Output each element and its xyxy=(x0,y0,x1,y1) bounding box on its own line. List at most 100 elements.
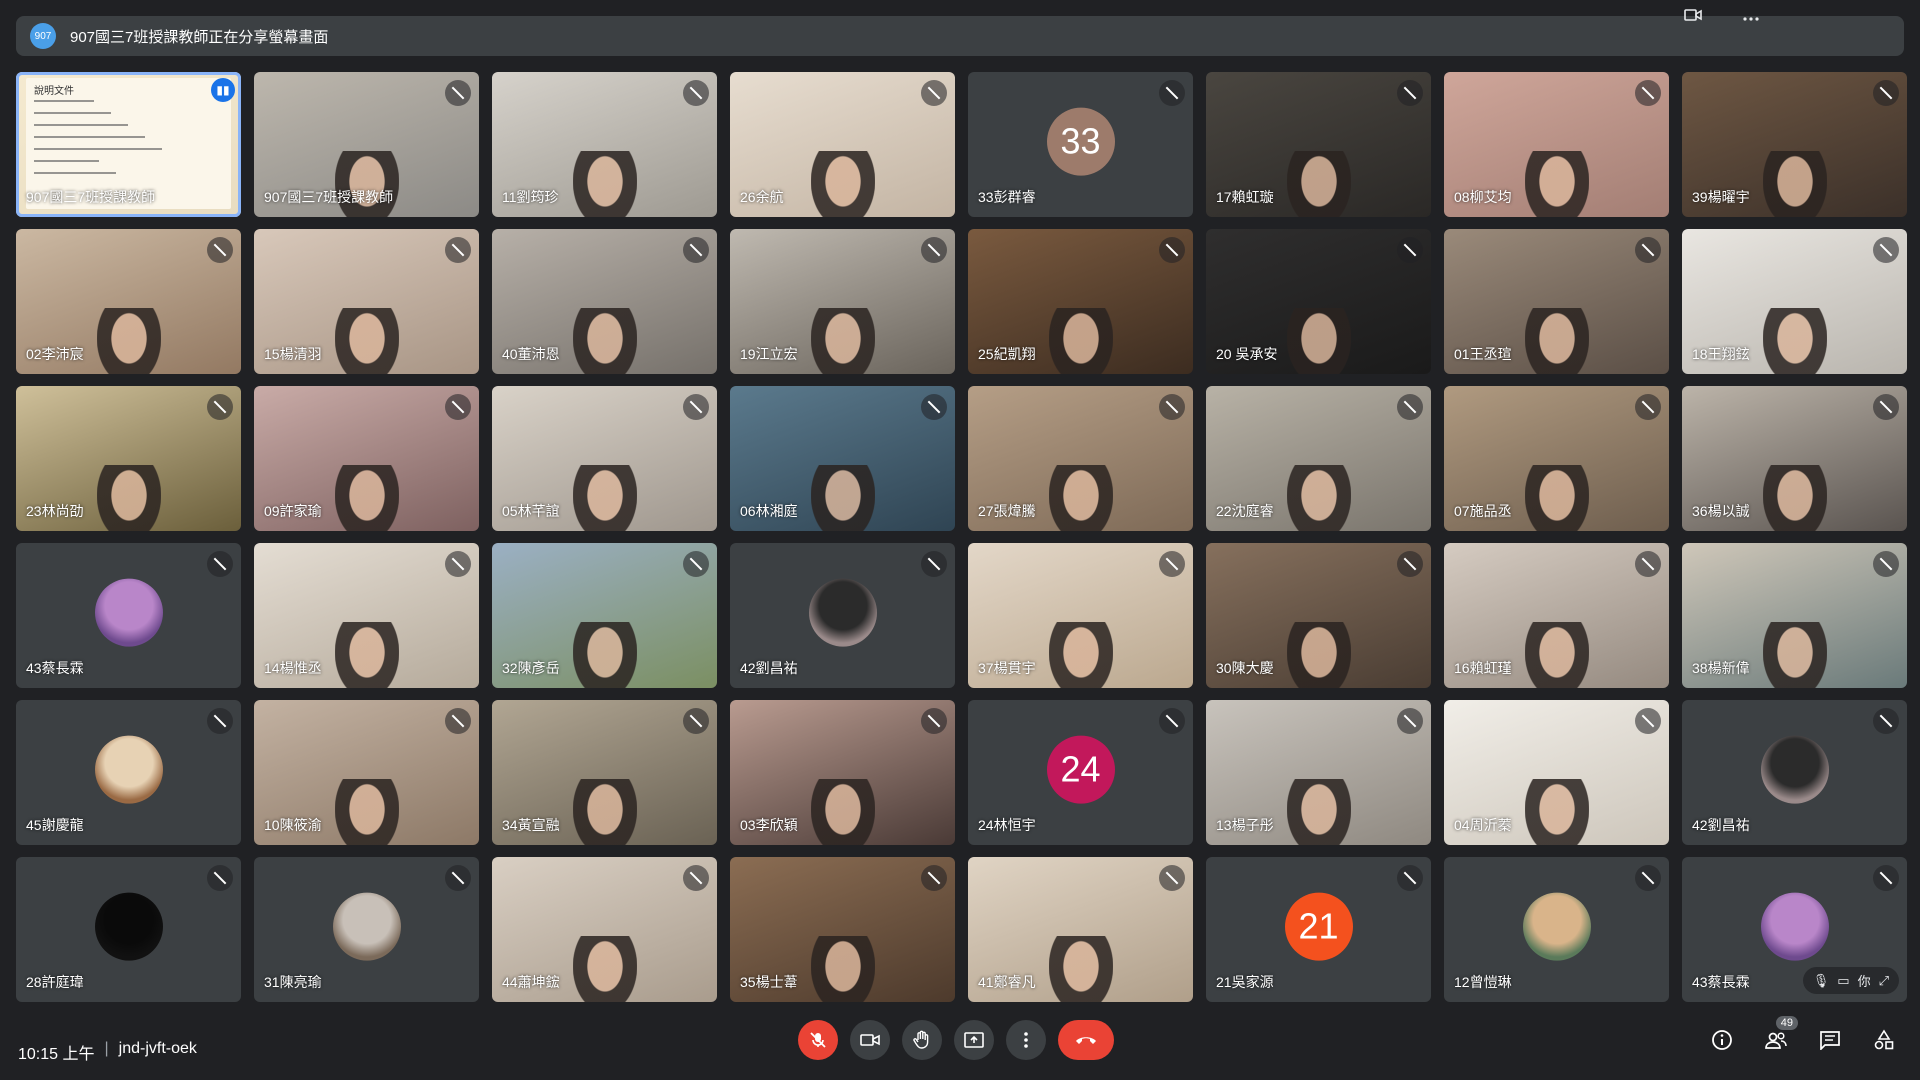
participant-name: 07施品丞 xyxy=(1454,503,1512,519)
participant-tile[interactable]: 35楊士葦 xyxy=(730,857,955,1002)
participant-tile[interactable]: 31陳亮瑜 xyxy=(254,857,479,1002)
raise-hand-button[interactable] xyxy=(902,1020,942,1060)
participant-tile[interactable]: 32陳彥岳 xyxy=(492,543,717,688)
participant-tile[interactable]: 45謝慶龍 xyxy=(16,700,241,845)
participant-tile[interactable]: 11劉筠珍 xyxy=(492,72,717,217)
more-options-button[interactable] xyxy=(1006,1020,1046,1060)
activities-button[interactable] xyxy=(1868,1024,1900,1056)
mic-off-icon xyxy=(1873,80,1899,106)
participant-name: 10陳筱渝 xyxy=(264,817,322,833)
participant-tile[interactable]: 02李沛宸 xyxy=(16,229,241,374)
mic-off-icon xyxy=(1397,237,1423,263)
call-controls xyxy=(798,1020,1114,1060)
participant-tile[interactable]: 06林湘庭 xyxy=(730,386,955,531)
participant-tile[interactable]: 33 33彭群睿 xyxy=(968,72,1193,217)
participant-tile[interactable]: 09許家瑜 xyxy=(254,386,479,531)
camera-toggle-button[interactable] xyxy=(850,1020,890,1060)
participant-tile[interactable]: 36楊以誠 xyxy=(1682,386,1907,531)
participant-name: 02李沛宸 xyxy=(26,346,84,362)
participant-tile[interactable]: 26余航 xyxy=(730,72,955,217)
participant-tile[interactable]: 08柳艾均 xyxy=(1444,72,1669,217)
participant-tile[interactable]: 15楊清羽 xyxy=(254,229,479,374)
chat-button[interactable] xyxy=(1814,1024,1846,1056)
participant-video xyxy=(810,308,875,374)
participant-video xyxy=(334,151,399,217)
participant-tile[interactable]: 41鄭睿凡 xyxy=(968,857,1193,1002)
participant-tile[interactable]: 10陳筱渝 xyxy=(254,700,479,845)
mic-off-icon xyxy=(1635,865,1661,891)
participant-tile[interactable]: 44蕭坤鋐 xyxy=(492,857,717,1002)
shared-doc-title: 說明文件 xyxy=(34,86,74,97)
meeting-details-button[interactable] xyxy=(1706,1024,1738,1056)
participant-tile[interactable]: 43蔡長霖 🎙 ▭ 你 ⤢ xyxy=(1682,857,1907,1002)
participant-tile[interactable]: 43蔡長霖 xyxy=(16,543,241,688)
participant-tile[interactable]: 21 21吳家源 xyxy=(1206,857,1431,1002)
doc-line xyxy=(34,112,111,114)
participant-video xyxy=(1048,936,1113,1002)
mic-toggle-button[interactable] xyxy=(798,1020,838,1060)
mic-off-icon xyxy=(1159,394,1185,420)
mic-off-icon xyxy=(207,708,233,734)
participant-tile[interactable]: 05林芊誼 xyxy=(492,386,717,531)
participant-tile[interactable]: 12曾愷琳 xyxy=(1444,857,1669,1002)
participant-video xyxy=(572,308,637,374)
participant-tile[interactable]: 28許庭瑋 xyxy=(16,857,241,1002)
participant-tile[interactable]: 23林尚劭 xyxy=(16,386,241,531)
participant-tile[interactable]: 07施品丞 xyxy=(1444,386,1669,531)
mic-off-icon xyxy=(445,708,471,734)
participant-name: 19江立宏 xyxy=(740,346,798,362)
present-screen-button[interactable] xyxy=(954,1020,994,1060)
participant-tile[interactable]: 13楊子彤 xyxy=(1206,700,1431,845)
participant-tile[interactable]: 19江立宏 xyxy=(730,229,955,374)
mic-off-icon xyxy=(683,394,709,420)
participant-tile[interactable]: 38楊新偉 xyxy=(1682,543,1907,688)
participant-tile[interactable]: 24 24林恒宇 xyxy=(968,700,1193,845)
participant-video xyxy=(1286,151,1351,217)
participant-tile[interactable]: 16賴虹瑾 xyxy=(1444,543,1669,688)
participant-name: 01王丞瑄 xyxy=(1454,346,1512,362)
expand-icon[interactable]: ⤢ xyxy=(1879,973,1889,989)
leave-call-button[interactable] xyxy=(1058,1020,1114,1060)
participant-tile[interactable]: 34黃宣融 xyxy=(492,700,717,845)
more-icon[interactable] xyxy=(1742,6,1760,27)
participant-tile[interactable]: 30陳大慶 xyxy=(1206,543,1431,688)
participant-name: 28許庭瑋 xyxy=(26,974,84,990)
participant-tile[interactable]: 907國三7班授課教師 xyxy=(254,72,479,217)
mic-off-icon xyxy=(445,551,471,577)
participant-tile[interactable]: 04周沂蓁 xyxy=(1444,700,1669,845)
mic-off-icon xyxy=(1159,865,1185,891)
participant-tile[interactable]: 01王丞瑄 xyxy=(1444,229,1669,374)
participant-tile[interactable]: 25紀凱翔 xyxy=(968,229,1193,374)
participant-name: 39楊曜宇 xyxy=(1692,189,1750,205)
participant-video xyxy=(810,936,875,1002)
participant-tile[interactable]: 20 吳承安 xyxy=(1206,229,1431,374)
participant-tile[interactable]: 42劉昌祐 xyxy=(1682,700,1907,845)
participant-tile[interactable]: 說明文件 ▮▮ 907國三7班授課教師 xyxy=(16,72,241,217)
participant-name: 12曾愷琳 xyxy=(1454,974,1512,990)
participant-tile[interactable]: 17賴虹璇 xyxy=(1206,72,1431,217)
participant-tile[interactable]: 37楊貫宇 xyxy=(968,543,1193,688)
participant-tile[interactable]: 22沈庭睿 xyxy=(1206,386,1431,531)
camera-icon[interactable] xyxy=(1684,6,1702,27)
participant-name: 43蔡長霖 xyxy=(1692,974,1750,990)
participant-tile[interactable]: 14楊惟丞 xyxy=(254,543,479,688)
participant-tile[interactable]: 18王翔鉉 xyxy=(1682,229,1907,374)
participant-name: 03李欣穎 xyxy=(740,817,798,833)
hang-up-icon xyxy=(1076,1037,1096,1044)
participant-video xyxy=(572,779,637,845)
participants-button[interactable]: 49 xyxy=(1760,1016,1798,1056)
mic-off-icon xyxy=(810,1032,826,1048)
participant-tile[interactable]: 27張煒騰 xyxy=(968,386,1193,531)
self-camera-icon[interactable]: ▭ xyxy=(1837,973,1849,989)
participant-tile[interactable]: 03李欣穎 xyxy=(730,700,955,845)
mic-off-icon xyxy=(921,80,947,106)
participant-tile[interactable]: 42劉昌祐 xyxy=(730,543,955,688)
self-mic-off-icon[interactable]: 🎙 xyxy=(1813,973,1830,989)
avatar xyxy=(94,735,163,804)
participant-tile[interactable]: 40董沛恩 xyxy=(492,229,717,374)
mic-off-icon xyxy=(1159,708,1185,734)
mic-off-icon xyxy=(1635,237,1661,263)
mic-off-icon xyxy=(921,708,947,734)
participant-tile[interactable]: 39楊曜宇 xyxy=(1682,72,1907,217)
mic-off-icon xyxy=(1873,708,1899,734)
